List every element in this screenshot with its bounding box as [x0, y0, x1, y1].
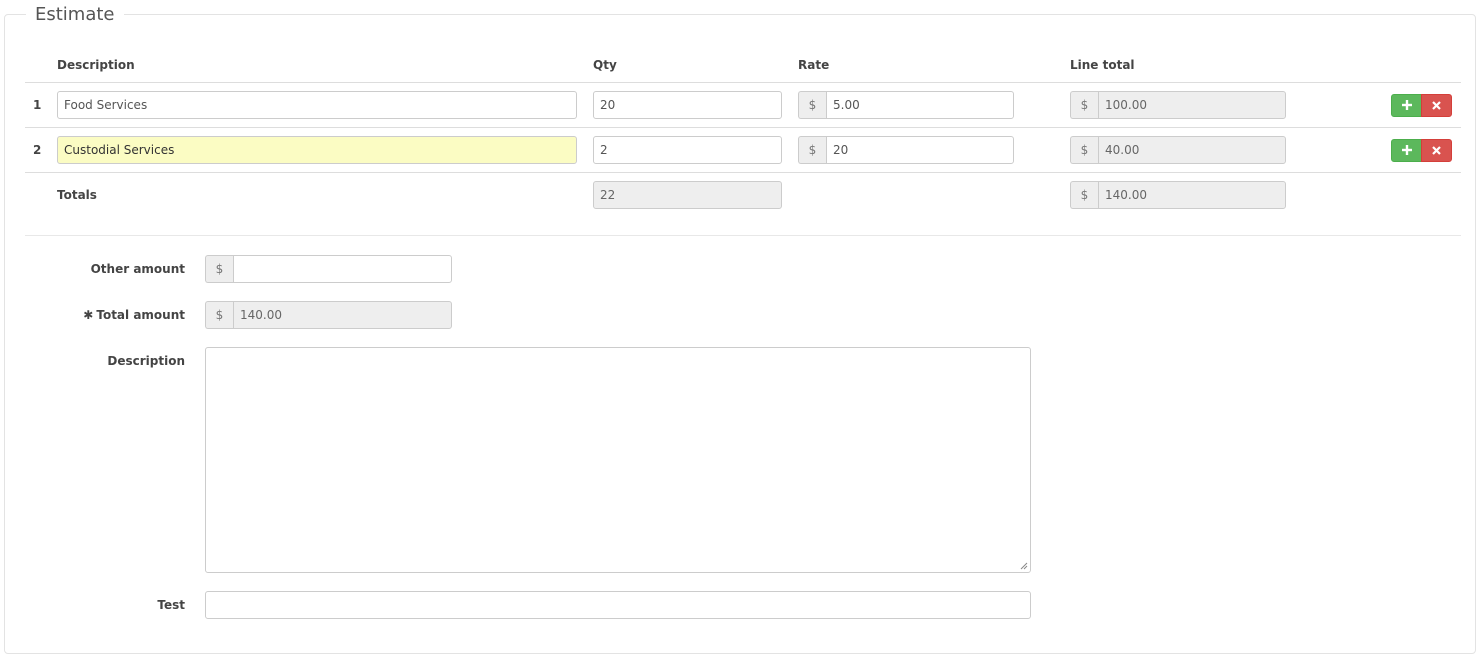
other-amount-input[interactable]	[233, 255, 452, 283]
times-icon	[1432, 101, 1441, 110]
header-divider	[25, 82, 1461, 83]
total-amount-label-text: Total amount	[96, 308, 185, 322]
plus-icon	[1401, 145, 1412, 155]
remove-row-button[interactable]	[1421, 139, 1452, 162]
remove-row-button[interactable]	[1421, 94, 1452, 117]
row-number: 1	[33, 98, 42, 112]
times-icon	[1432, 146, 1441, 155]
qty-input[interactable]: 2	[593, 136, 782, 164]
plus-icon	[1401, 100, 1412, 110]
description-label: Description	[107, 354, 185, 368]
currency-addon: $	[205, 301, 233, 329]
test-label: Test	[157, 598, 185, 612]
qty-input[interactable]: 20	[593, 91, 782, 119]
line-total-group: $ 40.00	[1070, 136, 1286, 164]
add-row-button[interactable]	[1391, 94, 1422, 117]
add-row-button[interactable]	[1391, 139, 1422, 162]
row-number: 2	[33, 143, 42, 157]
test-input[interactable]	[205, 591, 1031, 619]
estimate-legend: Estimate	[26, 4, 124, 26]
header-line-total: Line total	[1070, 58, 1135, 72]
header-qty: Qty	[593, 58, 617, 72]
totals-line-total-group: $ 140.00	[1070, 181, 1286, 209]
line-total-field: 100.00	[1098, 91, 1286, 119]
line-total-field: 40.00	[1098, 136, 1286, 164]
rate-input[interactable]: 20	[826, 136, 1014, 164]
currency-addon: $	[205, 255, 233, 283]
rate-input[interactable]: 5.00	[826, 91, 1014, 119]
other-amount-group: $	[205, 255, 452, 283]
totals-label: Totals	[57, 188, 97, 202]
currency-addon: $	[1070, 91, 1098, 119]
currency-addon: $	[1070, 181, 1098, 209]
description-textarea[interactable]	[205, 347, 1031, 573]
currency-addon: $	[798, 136, 826, 164]
currency-addon: $	[1070, 136, 1098, 164]
total-amount-field: 140.00	[233, 301, 452, 329]
rate-input-group: $ 5.00	[798, 91, 1014, 119]
total-amount-group: $ 140.00	[205, 301, 452, 329]
header-description: Description	[57, 58, 135, 72]
total-amount-label: ✱ Total amount	[83, 307, 185, 323]
totals-qty-field: 22	[593, 181, 782, 209]
description-input[interactable]: Custodial Services	[57, 136, 577, 164]
description-input[interactable]: Food Services	[57, 91, 577, 119]
section-divider	[25, 235, 1461, 236]
row-divider	[25, 172, 1461, 173]
other-amount-label: Other amount	[90, 262, 185, 276]
currency-addon: $	[798, 91, 826, 119]
resize-grip-icon[interactable]	[1020, 562, 1028, 570]
rate-input-group: $ 20	[798, 136, 1014, 164]
required-asterisk-icon: ✱	[83, 308, 94, 322]
line-total-group: $ 100.00	[1070, 91, 1286, 119]
header-rate: Rate	[798, 58, 830, 72]
row-divider	[25, 127, 1461, 128]
totals-line-total-field: 140.00	[1098, 181, 1286, 209]
